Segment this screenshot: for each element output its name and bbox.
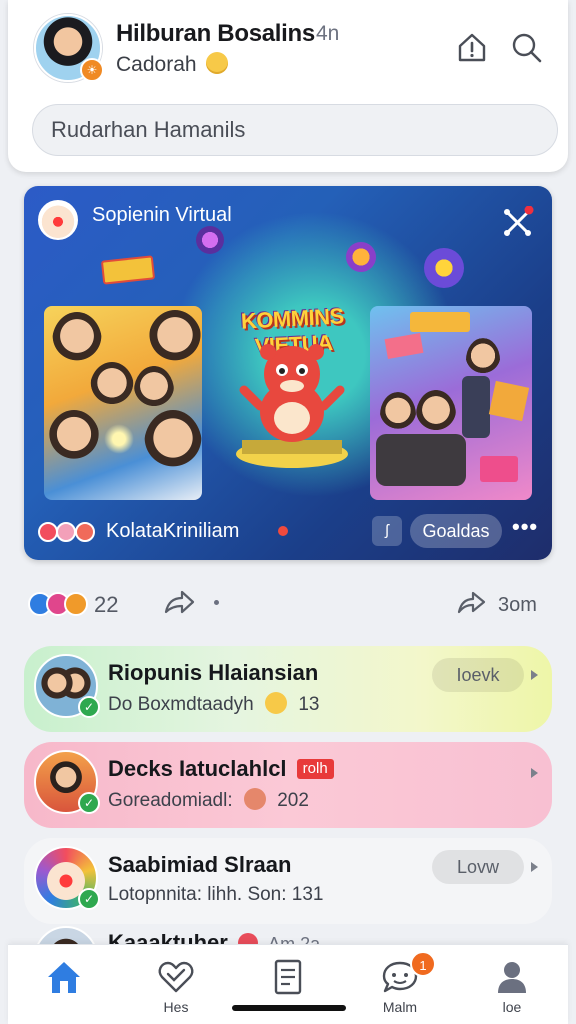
list-item-subtitle: Do Boxmdtaadyh 13 [108, 692, 319, 716]
separator-dot [214, 600, 219, 605]
banner-footer-label: KolataKriniliam [106, 520, 240, 542]
list-item-name-text: Decks Iatuclahlcl [108, 756, 287, 781]
list-item[interactable]: ✓ Saabimiad Slraan Lotopnnita: lihh. Son… [24, 838, 552, 924]
nav-label: Hes [163, 999, 189, 1015]
top-header: ☀ Hilburan Bosalins 4n Cadorah Rudarhan … [8, 0, 568, 172]
notification-badge: 1 [410, 951, 436, 977]
box-shape [480, 456, 518, 482]
search-input[interactable]: Rudarhan Hamanils [32, 104, 558, 156]
nav-item-favorites[interactable]: Hes [120, 945, 232, 1024]
profile-avatar[interactable]: ☀ [34, 14, 104, 82]
list-item-subtitle-suffix: 202 [277, 790, 309, 811]
list-item-subtitle-text: Goreadomiadl: [108, 790, 233, 811]
nav-label: Malm [382, 999, 418, 1015]
header-subtitle: Cadorah [116, 52, 229, 77]
list-item[interactable]: ✓ Decks Iatuclahlcl rolh Goreadomiadl: 2… [24, 742, 552, 828]
person-body [462, 376, 490, 438]
list-item[interactable]: ✓ Riopunis Hlaiansian Do Boxmdtaadyh 13 … [24, 646, 552, 732]
list-item-action-button[interactable]: Lovw [432, 850, 524, 884]
box-shape [488, 380, 530, 422]
avatar: ✓ [34, 846, 100, 910]
verified-icon: ✓ [78, 888, 100, 910]
home-indicator[interactable] [232, 1005, 346, 1011]
wow-reaction-icon[interactable] [64, 592, 88, 616]
nav-item-home[interactable] [8, 945, 120, 1024]
reaction-count: 22 [94, 592, 119, 617]
participant-dot-icon [56, 522, 77, 542]
sofa-shape [376, 434, 466, 486]
sticker-icon [196, 226, 224, 254]
avatar: ✓ [34, 750, 100, 814]
list-item-name: Decks Iatuclahlcl rolh [108, 756, 334, 782]
list-item-name: Saabimiad Slraan [108, 852, 292, 877]
chevron-right-icon[interactable] [531, 862, 538, 872]
person-photo [380, 392, 416, 438]
photo-collage-left [44, 306, 202, 500]
person-photo [48, 410, 100, 470]
photo-scene-right [370, 306, 532, 500]
heart-icon [158, 961, 194, 993]
banner-footer: KolataKriniliam ʃ Goaldas ••• [24, 504, 552, 560]
list-item-action-button[interactable]: Ioevk [432, 658, 524, 692]
sparkle-icon [104, 424, 134, 454]
post-actions: 22 3om [24, 584, 552, 626]
bottom-navigation: Hes 1 Malm loe [8, 944, 568, 1024]
document-icon [274, 959, 302, 995]
list-item-subtitle: Lotopnnita: lihh. Son: 131 [108, 884, 324, 905]
sign-sticker-icon [384, 333, 424, 359]
profile-icon [498, 962, 526, 993]
list-item-subtitle-text: Do Boxmdtaadyh [108, 694, 254, 715]
chevron-right-icon[interactable] [531, 768, 538, 778]
live-dot-icon [278, 526, 288, 536]
participant-dot-icon [74, 522, 95, 542]
chevron-right-icon[interactable] [531, 670, 538, 680]
sticker-icon [424, 248, 464, 288]
header-subtitle-text: Cadorah [116, 53, 197, 76]
clown-logo-icon [38, 200, 78, 240]
header-time: 4n [316, 22, 340, 45]
nav-item-documents[interactable] [232, 945, 344, 1024]
nav-item-messages[interactable]: 1 Malm [344, 945, 456, 1024]
bookmark-button[interactable]: ʃ [372, 516, 402, 546]
share-count: 3om [498, 594, 537, 616]
person-photo [134, 366, 174, 416]
verified-icon: ✓ [78, 696, 100, 718]
share-icon[interactable] [162, 586, 196, 620]
person-photo [416, 390, 456, 440]
list-item-subtitle: Goreadomiadl: 202 [108, 788, 309, 812]
dog-emoji-icon [243, 788, 266, 810]
list-item-subtitle-suffix: 13 [298, 694, 320, 715]
smile-emoji-icon [206, 52, 229, 74]
smile-emoji-icon [265, 692, 288, 714]
live-tag: rolh [296, 759, 334, 779]
person-photo [144, 410, 202, 480]
search-icon[interactable] [508, 30, 544, 66]
sticker-icon [346, 242, 376, 272]
ticket-sticker-icon [100, 255, 156, 285]
alert-icon[interactable] [454, 30, 490, 66]
close-icon[interactable] [502, 206, 534, 238]
person-photo [90, 362, 134, 414]
home-icon [48, 962, 80, 993]
avatar: ✓ [34, 654, 100, 718]
banner-action-button[interactable]: Goaldas [410, 514, 502, 548]
featured-banner[interactable]: Sopienin Virtual KOMMINS VIETUA KolataKr… [24, 186, 552, 560]
person-photo [52, 312, 102, 372]
sign-sticker-icon [410, 312, 470, 332]
person-photo [148, 310, 202, 372]
mascot-character-icon [236, 344, 348, 468]
header-title: Hilburan Bosalins [116, 20, 315, 47]
participant-dot-icon [38, 522, 58, 542]
nav-item-profile[interactable]: loe [456, 945, 568, 1024]
verified-icon: ✓ [78, 792, 100, 814]
forward-icon[interactable] [454, 586, 488, 620]
banner-title: Sopienin Virtual [92, 204, 232, 226]
list-item-name: Riopunis Hlaiansian [108, 660, 319, 685]
more-options-icon[interactable]: ••• [512, 514, 538, 540]
participant-dots [38, 522, 95, 547]
nav-label: loe [502, 999, 522, 1015]
avatar-badge: ☀ [80, 58, 104, 82]
